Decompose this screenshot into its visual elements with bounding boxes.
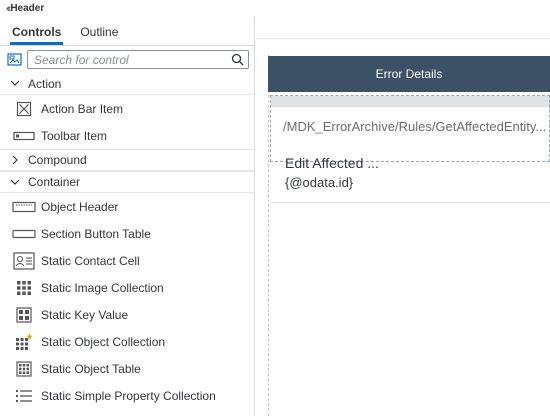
control-action-bar-item[interactable]: Action Bar Item xyxy=(0,95,254,122)
page-header-title: Error Details xyxy=(375,67,443,81)
sidebar-tabs: Controls Outline xyxy=(0,17,254,46)
group-action[interactable]: Action xyxy=(0,73,254,95)
group-label: Container xyxy=(28,175,81,189)
control-label: Static Contact Cell xyxy=(41,253,140,268)
group-label: Action xyxy=(28,76,62,91)
controls-sidebar: Controls Outline Action xyxy=(0,17,255,416)
control-label: Action Bar Item xyxy=(41,101,124,116)
list-item-title[interactable]: Edit Affected ... xyxy=(285,155,379,171)
control-label: Section Button Table xyxy=(41,226,151,241)
control-static-object-table[interactable]: Static Object Table xyxy=(0,355,254,382)
search-icon[interactable] xyxy=(230,53,244,67)
control-static-image-collection[interactable]: Static Image Collection xyxy=(0,274,254,301)
double-chevron-left-icon[interactable]: ‹‹ xyxy=(6,3,12,15)
control-static-contact-cell[interactable]: Static Contact Cell xyxy=(0,247,254,274)
search-input[interactable] xyxy=(34,52,230,67)
control-static-object-collection[interactable]: Static Object Collection xyxy=(0,328,254,355)
divider xyxy=(270,202,550,203)
control-label: Static Key Value xyxy=(41,307,129,322)
group-container[interactable]: Container xyxy=(0,171,254,193)
page-title: Header xyxy=(10,3,45,14)
control-label: Static Object Table xyxy=(41,361,141,376)
object-collection-icon xyxy=(12,332,36,352)
object-table-icon xyxy=(12,359,36,379)
control-toolbar-item[interactable]: Toolbar Item xyxy=(0,122,254,149)
control-label: Toolbar Item xyxy=(41,128,108,143)
list-item-subtitle: {@odata.id} xyxy=(285,175,354,190)
key-value-icon xyxy=(12,305,36,325)
search-field xyxy=(27,50,249,69)
action-bar-item-icon xyxy=(12,99,36,119)
chevron-right-icon xyxy=(8,155,22,165)
control-static-key-value[interactable]: Static Key Value xyxy=(0,301,254,328)
divider xyxy=(256,38,550,39)
control-label: Object Header xyxy=(41,199,119,214)
section-button-table-icon xyxy=(12,224,36,244)
control-section-button-table[interactable]: Section Button Table xyxy=(0,220,254,247)
chevron-down-icon xyxy=(8,80,22,87)
tab-outline[interactable]: Outline xyxy=(78,25,120,45)
object-header-icon xyxy=(12,197,36,217)
design-canvas: Error Details /MDK_ErrorArchive/Rules/Ge… xyxy=(256,17,550,416)
breadcrumb-bar: ‹‹ Header xyxy=(0,0,550,17)
selected-rule-path: /MDK_ErrorArchive/Rules/GetAffectedEntit… xyxy=(283,119,547,134)
search-row xyxy=(0,46,254,73)
image-collection-icon xyxy=(12,278,36,298)
control-label: Static Simple Property Collection xyxy=(41,388,216,403)
chevron-down-icon xyxy=(8,179,22,186)
control-label: Static Object Collection xyxy=(41,334,166,349)
page-header[interactable]: Error Details xyxy=(268,56,550,92)
toolbar-item-icon xyxy=(12,126,36,146)
control-static-simple-property-collection[interactable]: Static Simple Property Collection xyxy=(0,382,254,409)
group-compound[interactable]: Compound xyxy=(0,149,254,171)
group-label: Compound xyxy=(28,153,87,167)
contact-cell-icon xyxy=(12,251,36,271)
tab-controls[interactable]: Controls xyxy=(10,25,64,45)
palette-icon[interactable] xyxy=(6,52,22,68)
control-label: Static Image Collection xyxy=(41,280,164,295)
control-object-header[interactable]: Object Header xyxy=(0,193,254,220)
simple-property-collection-icon xyxy=(12,386,36,406)
